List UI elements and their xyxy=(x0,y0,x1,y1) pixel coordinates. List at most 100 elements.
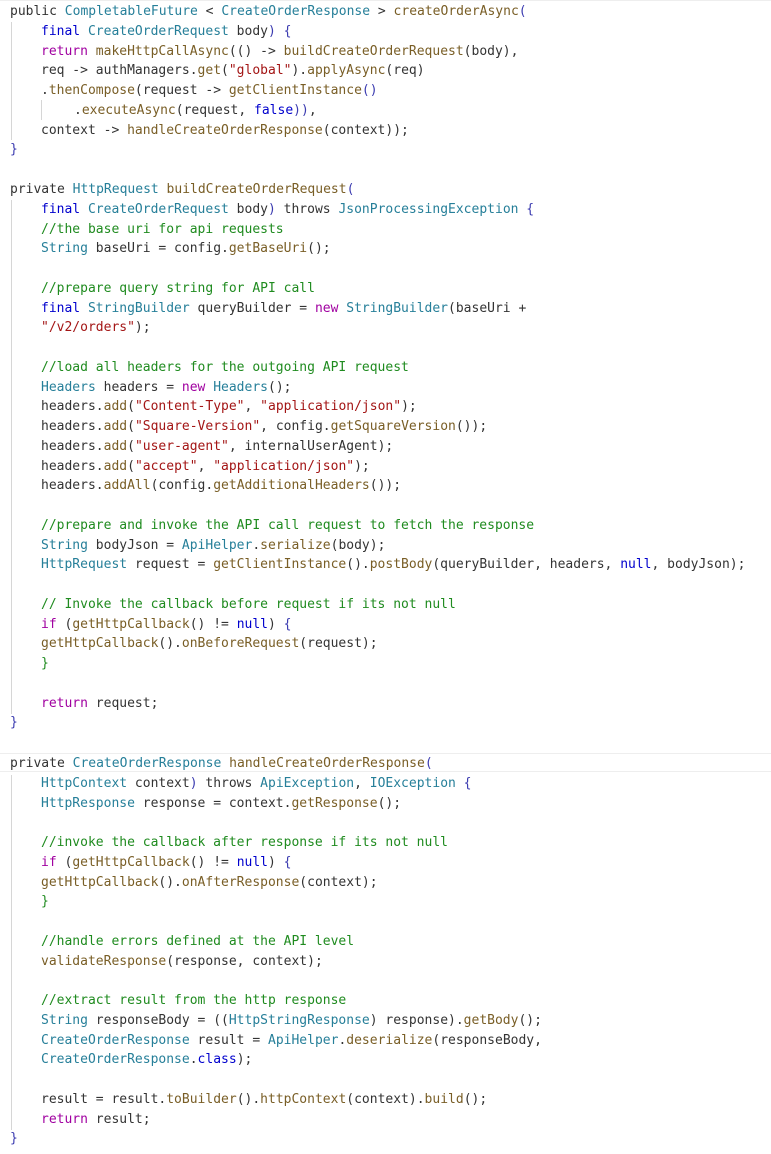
code-token: thenCompose xyxy=(48,83,135,98)
code-line: if (getHttpCallback() != null) { xyxy=(41,615,291,635)
code-token: return xyxy=(41,1111,96,1127)
code-line: //prepare query string for API call xyxy=(41,279,315,299)
line-separator xyxy=(0,0,771,1)
code-line: //extract result from the http response xyxy=(41,991,346,1011)
code-token: ( xyxy=(424,756,433,771)
code-line: //handle errors defined at the API level xyxy=(41,932,354,952)
code-token: "global" xyxy=(228,63,292,79)
code-token: public xyxy=(10,4,65,19)
code-line: } xyxy=(10,713,18,733)
code-line: //invoke the callback after response if … xyxy=(41,833,448,853)
code-line: HttpContext context) throws ApiException… xyxy=(41,774,472,794)
code-line: .thenCompose(request -> getClientInstanc… xyxy=(41,81,378,101)
code-token: getResponse xyxy=(291,795,378,811)
code-token: throws xyxy=(275,201,339,217)
code-token: add xyxy=(103,419,128,434)
code-token: (context)); xyxy=(322,122,409,138)
code-token: (baseUri + xyxy=(448,300,527,316)
code-token: CreateOrderResponse xyxy=(221,4,371,19)
code-token: () xyxy=(361,83,378,98)
code-token: > xyxy=(370,4,394,19)
code-token: (config. xyxy=(150,478,214,494)
code-token: getBaseUri xyxy=(228,241,308,257)
code-line: getHttpCallback().onBeforeRequest(reques… xyxy=(41,634,378,654)
code-token: add xyxy=(103,399,128,415)
code-editor[interactable]: public CompletableFuture < CreateOrderRe… xyxy=(0,0,771,1154)
code-line: HttpRequest request = getClientInstance(… xyxy=(41,555,745,575)
code-token: getBody xyxy=(463,1012,519,1028)
code-token: CreateOrderResponse xyxy=(41,1052,190,1068)
code-token: ) xyxy=(268,616,284,632)
code-token: ) response). xyxy=(369,1012,464,1028)
code-token: (req) xyxy=(385,63,425,79)
code-line: validateResponse(response, context); xyxy=(41,952,323,972)
code-token: ( xyxy=(127,419,135,434)
code-token: false xyxy=(254,102,294,118)
code-token: //invoke the callback after response if … xyxy=(41,835,448,850)
code-line: headers.add("Content-Type", "application… xyxy=(41,397,417,417)
code-token: body xyxy=(228,201,268,217)
code-token: ) xyxy=(189,775,198,791)
code-line: private HttpRequest buildCreateOrderRequ… xyxy=(10,180,354,200)
code-token: new xyxy=(181,379,214,395)
code-token: < xyxy=(197,4,222,19)
code-token: StringBuilder xyxy=(346,300,449,316)
code-token: (() -> xyxy=(228,43,284,59)
code-token: HttpContext xyxy=(41,775,128,791)
code-token: (context). xyxy=(346,1091,425,1107)
code-token: CompletableFuture xyxy=(64,4,198,19)
code-token: . xyxy=(189,1052,198,1068)
code-token: private xyxy=(10,182,73,197)
code-line: headers.add("Square-Version", config.get… xyxy=(41,417,487,437)
code-token: (body); xyxy=(330,537,386,553)
code-token: ( xyxy=(127,438,135,454)
code-token: (); xyxy=(518,1012,542,1028)
code-line: public CompletableFuture < CreateOrderRe… xyxy=(10,2,527,22)
code-token: add xyxy=(103,458,128,474)
indent-guide xyxy=(11,22,12,140)
code-token: , internalUserAgent); xyxy=(228,438,394,454)
code-token: httpContext xyxy=(260,1091,347,1107)
code-token: . xyxy=(252,537,261,553)
code-token: () != xyxy=(189,854,237,870)
code-token: (responseBody, xyxy=(432,1032,542,1048)
code-token: { xyxy=(463,775,472,791)
code-token: body xyxy=(228,23,268,39)
code-token: responseBody = (( xyxy=(87,1012,229,1028)
code-line: // Invoke the callback before request if… xyxy=(41,595,456,615)
code-token: (). xyxy=(158,636,182,652)
code-token: makeHttpCallAsync xyxy=(95,43,229,59)
code-line: final CreateOrderRequest body) { xyxy=(41,22,291,42)
code-token: (request); xyxy=(299,636,378,652)
code-token: { xyxy=(526,201,535,217)
code-token: headers. xyxy=(41,478,104,494)
code-token: get xyxy=(197,63,222,79)
code-token: toBuilder xyxy=(166,1091,237,1107)
code-token: ) xyxy=(268,854,284,870)
code-token: //the base uri for api requests xyxy=(41,221,284,237)
code-token: CreateOrderRequest xyxy=(87,23,229,39)
code-token: (); xyxy=(463,1091,488,1107)
code-token: final xyxy=(41,201,88,217)
code-token: (response, context); xyxy=(166,953,323,969)
code-token: getHttpCallback xyxy=(72,616,190,632)
code-token: . xyxy=(74,102,82,118)
code-line: HttpResponse response = context.getRespo… xyxy=(41,794,401,814)
code-token: , xyxy=(244,399,261,415)
code-token: getAdditionalHeaders xyxy=(213,478,370,494)
code-token: HttpRequest xyxy=(41,557,128,573)
code-line: "/v2/orders"); xyxy=(41,318,151,338)
code-line: //load all headers for the outgoing API … xyxy=(41,358,409,378)
code-token: onBeforeRequest xyxy=(181,636,300,652)
code-token: ()); xyxy=(369,478,402,494)
code-line: getHttpCallback().onAfterResponse(contex… xyxy=(41,873,378,893)
code-token: //load all headers for the outgoing API … xyxy=(41,359,409,375)
code-line: final CreateOrderRequest body) throws Js… xyxy=(41,200,534,220)
code-token: , xyxy=(308,102,317,118)
code-token: result = result. xyxy=(41,1091,167,1107)
code-token: null xyxy=(236,616,268,632)
code-token: HttpResponse xyxy=(41,795,135,811)
code-line: //the base uri for api requests xyxy=(41,220,284,240)
code-token: createOrderAsync xyxy=(393,4,519,19)
